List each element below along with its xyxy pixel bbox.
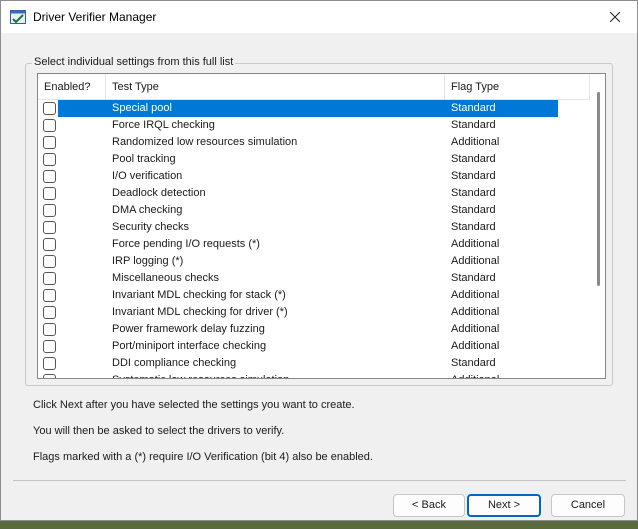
- cancel-button[interactable]: Cancel: [551, 494, 625, 517]
- flag-type-cell: Standard: [451, 153, 496, 165]
- flag-type-cell: Additional: [451, 255, 500, 267]
- test-type-cell: DDI compliance checking: [112, 357, 237, 369]
- title-bar: Driver Verifier Manager: [1, 1, 637, 33]
- flag-type-cell: Standard: [451, 272, 496, 284]
- scrollbar-thumb[interactable]: [597, 92, 600, 286]
- enabled-checkbox[interactable]: [43, 170, 56, 183]
- table-row[interactable]: Invariant MDL checking for stack (*) Addi…: [38, 287, 590, 304]
- close-button[interactable]: [593, 1, 637, 33]
- enabled-checkbox[interactable]: [43, 340, 56, 353]
- table-row[interactable]: Pool tracking Standard: [38, 151, 590, 168]
- enabled-checkbox[interactable]: [43, 204, 56, 217]
- test-type-cell: Randomized low resources simulation: [112, 136, 298, 148]
- test-type-cell: Pool tracking: [112, 153, 176, 165]
- vertical-scrollbar[interactable]: [590, 74, 605, 378]
- test-type-cell: IRP logging (*): [112, 255, 184, 267]
- table-row[interactable]: Randomized low resources simulation Addit…: [38, 134, 590, 151]
- flag-type-cell: Additional: [451, 340, 500, 352]
- flag-type-cell: Additional: [445, 372, 590, 378]
- table-row[interactable]: DDI compliance checking Standard: [38, 355, 590, 372]
- table-row[interactable]: Port/miniport interface checking Addition…: [38, 338, 590, 355]
- test-type-cell: Force IRQL checking: [112, 119, 215, 131]
- table-row[interactable]: Force pending I/O requests (*) Additional: [38, 236, 590, 253]
- table-row[interactable]: Deadlock detection Standard: [38, 185, 590, 202]
- column-header-enabled[interactable]: Enabled?: [38, 74, 106, 100]
- enabled-checkbox[interactable]: [43, 306, 56, 319]
- flag-type-cell: Standard: [451, 119, 496, 131]
- settings-group-label: Select individual settings from this ful…: [32, 56, 236, 68]
- test-type-cell: Systematic low resources simulation: [106, 372, 445, 378]
- table-row[interactable]: I/O verification Standard: [38, 168, 590, 185]
- table-row[interactable]: Special pool Standard: [38, 100, 590, 117]
- column-header-flag-type[interactable]: Flag Type: [445, 74, 590, 100]
- flag-type-cell: Standard: [451, 102, 496, 114]
- enabled-checkbox[interactable]: [43, 119, 56, 132]
- enabled-checkbox[interactable]: [43, 221, 56, 234]
- test-type-cell: Deadlock detection: [112, 187, 206, 199]
- close-icon: [610, 12, 620, 22]
- flag-type-cell: Additional: [451, 306, 500, 318]
- flag-type-cell: Standard: [451, 187, 496, 199]
- verifier-app-icon: [10, 10, 26, 24]
- enabled-checkbox[interactable]: [43, 357, 56, 370]
- flag-type-cell: Standard: [451, 170, 496, 182]
- enabled-checkbox[interactable]: [43, 187, 56, 200]
- flag-type-cell: Additional: [451, 136, 500, 148]
- window-title: Driver Verifier Manager: [33, 10, 157, 24]
- table-row[interactable]: Security checks Standard: [38, 219, 590, 236]
- test-type-cell: Invariant MDL checking for driver (*): [112, 306, 288, 318]
- flag-type-cell: Additional: [451, 238, 500, 250]
- enabled-checkbox[interactable]: [43, 153, 56, 166]
- footer-separator: [13, 480, 626, 481]
- enabled-checkbox[interactable]: [43, 323, 56, 336]
- flag-type-cell: Standard: [451, 221, 496, 233]
- enabled-checkbox[interactable]: [43, 289, 56, 302]
- column-header-test-type[interactable]: Test Type: [106, 74, 445, 100]
- table-row[interactable]: Invariant MDL checking for driver (*) Add…: [38, 304, 590, 321]
- table-row[interactable]: Force IRQL checking Standard: [38, 117, 590, 134]
- instruction-next: Click Next after you have selected the s…: [33, 399, 355, 411]
- enabled-checkbox[interactable]: [43, 255, 56, 268]
- flag-type-cell: Additional: [451, 289, 500, 301]
- enabled-checkbox[interactable]: [43, 136, 56, 149]
- list-header: Enabled? Test Type Flag Type: [38, 74, 605, 100]
- flag-type-cell: Standard: [451, 204, 496, 216]
- enabled-checkbox[interactable]: [43, 238, 56, 251]
- table-row[interactable]: Systematic low resources simulationAddit…: [38, 372, 590, 378]
- settings-list[interactable]: Enabled? Test Type Flag Type Special poo…: [37, 73, 606, 379]
- back-button[interactable]: < Back: [393, 494, 465, 517]
- test-type-cell: Force pending I/O requests (*): [112, 238, 260, 250]
- test-type-cell: DMA checking: [112, 204, 183, 216]
- instruction-flags-note: Flags marked with a (*) require I/O Veri…: [33, 451, 373, 463]
- instruction-drivers: You will then be asked to select the dri…: [33, 425, 285, 437]
- next-button[interactable]: Next >: [467, 494, 541, 517]
- driver-verifier-window: Driver Verifier Manager Select individua…: [0, 0, 638, 521]
- test-type-cell: Power framework delay fuzzing: [112, 323, 265, 335]
- test-type-cell: Security checks: [112, 221, 190, 233]
- test-type-cell: Port/miniport interface checking: [112, 340, 267, 352]
- test-type-cell: I/O verification: [112, 170, 183, 182]
- list-rows: Special pool Standard Force IRQL checking S…: [38, 100, 590, 378]
- test-type-cell: Miscellaneous checks: [112, 272, 219, 284]
- flag-type-cell: Standard: [451, 357, 496, 369]
- enabled-checkbox[interactable]: [43, 272, 56, 285]
- table-row[interactable]: Miscellaneous checks Standard: [38, 270, 590, 287]
- table-row[interactable]: DMA checking Standard: [38, 202, 590, 219]
- enabled-checkbox[interactable]: [43, 374, 56, 378]
- table-row[interactable]: IRP logging (*) Additional: [38, 253, 590, 270]
- flag-type-cell: Additional: [451, 323, 500, 335]
- table-row[interactable]: Power framework delay fuzzing Additional: [38, 321, 590, 338]
- test-type-cell: Invariant MDL checking for stack (*): [112, 289, 286, 301]
- test-type-cell: Special pool: [112, 102, 172, 114]
- enabled-checkbox[interactable]: [43, 102, 56, 115]
